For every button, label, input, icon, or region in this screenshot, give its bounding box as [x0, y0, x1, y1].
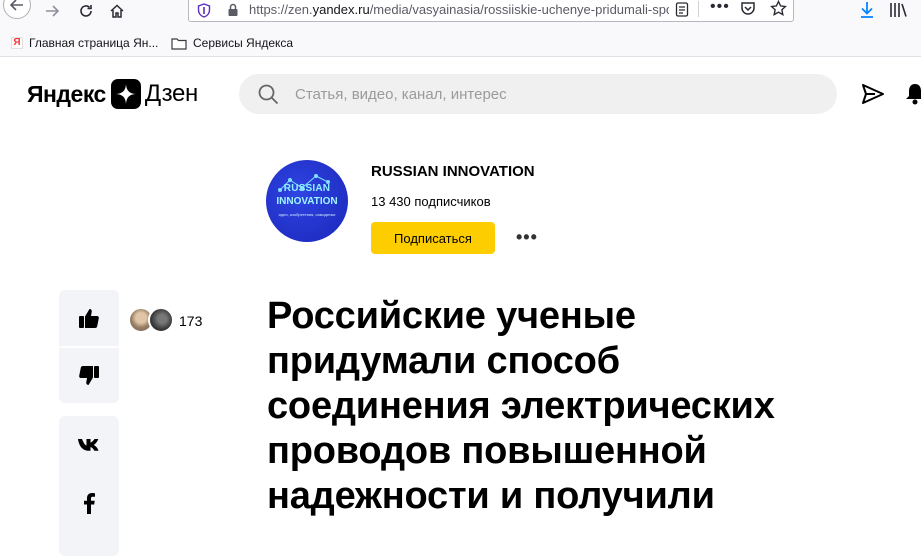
subscriber-count: 13 430 подписчиков [371, 194, 491, 209]
reload-icon [80, 5, 92, 17]
url-text[interactable]: https://zen.yandex.ru/media/vasyainasia/… [249, 2, 669, 17]
thumbs-down-icon [79, 366, 99, 385]
logo-zen-text: Дзен [144, 80, 199, 107]
share-facebook-button[interactable] [59, 478, 119, 528]
library-icon[interactable] [889, 1, 909, 24]
dislike-button[interactable] [59, 351, 119, 401]
url-host: yandex.ru [312, 2, 370, 17]
home-button[interactable] [104, 0, 130, 22]
address-bar-separator [698, 1, 699, 17]
subscribe-button[interactable]: Подписаться [371, 222, 495, 254]
send-message-icon[interactable] [861, 83, 885, 110]
reload-button[interactable] [73, 0, 99, 22]
yandex-favicon-icon: Я [11, 37, 23, 49]
browser-toolbar: https://zen.yandex.ru/media/vasyainasia/… [0, 0, 921, 31]
bookmark-yandex-home[interactable]: Я Главная страница Ян... [11, 36, 158, 50]
search-icon [258, 84, 279, 110]
bookmark-label: Сервисы Яндекса [193, 36, 294, 50]
url-path: /media/vasyainasia/rossiiskie-uchenye-pr… [369, 2, 669, 17]
vk-icon [78, 439, 99, 451]
home-icon [110, 4, 124, 18]
download-arrow-icon[interactable] [859, 1, 875, 24]
bookmarks-toolbar: Я Главная страница Ян... Сервисы Яндекса [0, 31, 921, 57]
logo-yandex-text: Яндекс [27, 80, 106, 107]
forward-button[interactable] [39, 0, 65, 22]
like-count: 173 [179, 313, 203, 329]
pocket-icon[interactable] [740, 1, 756, 21]
reaction-divider [59, 346, 119, 348]
back-button[interactable] [2, 0, 32, 22]
channel-name[interactable]: RUSSIAN INNOVATION [371, 163, 535, 180]
zen-star-icon [110, 79, 141, 109]
search-input[interactable] [295, 74, 815, 114]
bookmark-label: Главная страница Ян... [29, 36, 159, 50]
article-title: Российские ученые придумали способ соеди… [267, 295, 775, 517]
avatar-line1: RUSSIAN [283, 183, 331, 194]
share-vk-button[interactable] [59, 420, 119, 470]
notifications-bell-icon[interactable] [906, 82, 921, 111]
facebook-icon [84, 493, 95, 514]
search-bar[interactable] [239, 74, 837, 114]
folder-icon [171, 37, 187, 50]
page-actions-menu-icon[interactable]: ••• [710, 0, 730, 16]
avatar-line3: идеи, изобретения, самоделки [278, 212, 336, 217]
channel-avatar[interactable]: RUSSIAN INNOVATION идеи, изобретения, са… [266, 160, 348, 242]
channel-more-menu-icon[interactable]: ••• [516, 227, 538, 248]
bookmark-star-icon[interactable] [770, 0, 787, 22]
back-arrow-icon [3, 0, 31, 19]
address-bar[interactable]: https://zen.yandex.ru/media/vasyainasia/… [188, 0, 794, 22]
reader-view-icon[interactable] [675, 2, 689, 22]
bookmark-yandex-services[interactable]: Сервисы Яндекса [171, 36, 293, 50]
yandex-zen-logo[interactable]: Яндекс Дзен [27, 78, 198, 110]
tracking-protection-shield-icon[interactable] [197, 3, 211, 23]
avatar-line2: INNOVATION [276, 196, 338, 207]
like-button[interactable] [59, 293, 119, 343]
thumbs-up-icon [79, 309, 99, 328]
liker-avatar [148, 307, 174, 333]
lock-icon[interactable] [227, 3, 239, 22]
url-prefix: https://zen. [249, 2, 313, 17]
forward-arrow-icon [46, 5, 60, 17]
